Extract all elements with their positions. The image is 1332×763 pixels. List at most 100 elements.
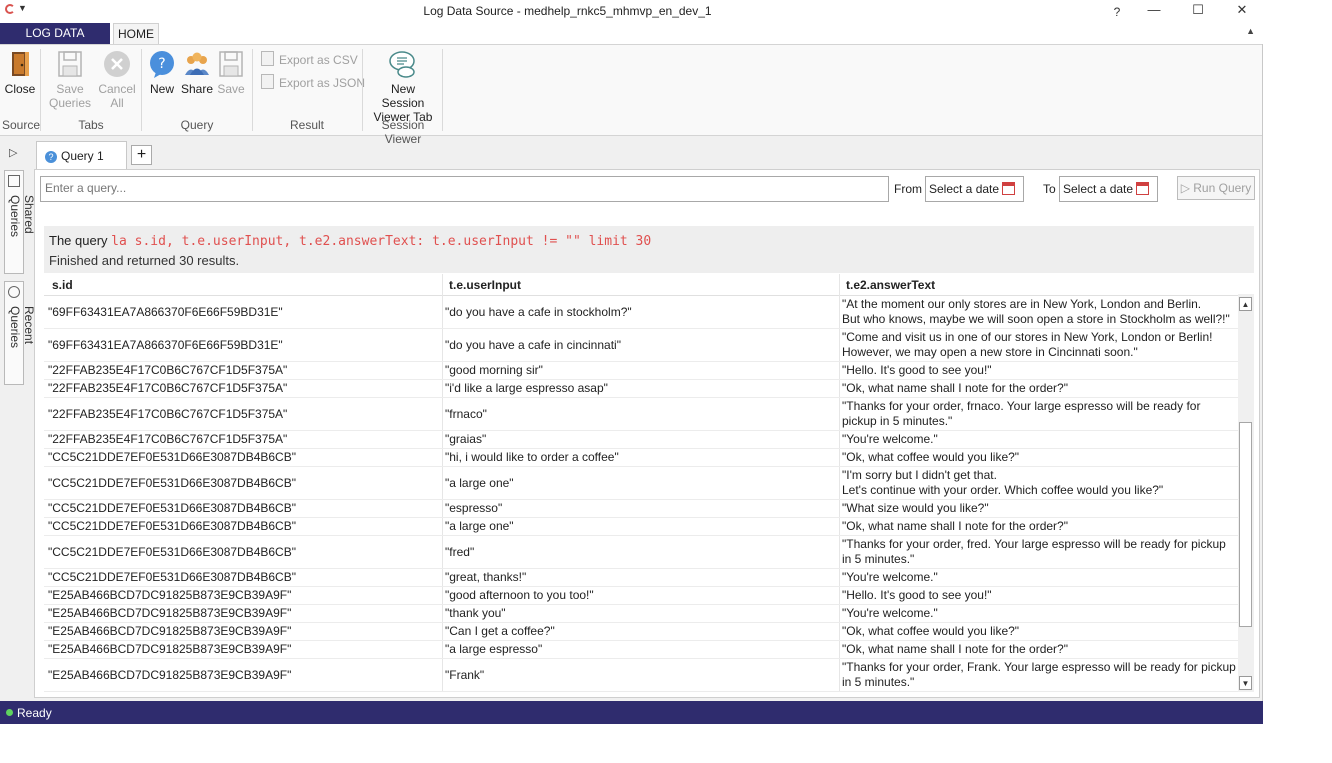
vertical-scrollbar[interactable]: ▲ ▼	[1238, 294, 1254, 692]
cell-answer-text: "Thanks for your order, fred. Your large…	[842, 536, 1236, 568]
result-prefix: The query	[49, 233, 108, 248]
table-row[interactable]: "22FFAB235E4F17C0B6C767CF1D5F375A" "graia…	[44, 431, 1238, 449]
tab-log-data-source[interactable]: LOG DATA SOURCE	[0, 23, 110, 61]
cell-user-input: "frnaco"	[445, 398, 835, 430]
share-label: Share	[181, 82, 214, 96]
cancel-all-button[interactable]: Cancel All	[96, 49, 138, 110]
cell-text: "Ok, what coffee would you like?"	[842, 624, 1020, 638]
cell-text: "E25AB466BCD7DC91825B873E9CB39A9F"	[48, 606, 292, 620]
cell-user-input: "good morning sir"	[445, 362, 835, 379]
cell-answer-text: "I'm sorry but I didn't get that. Let's …	[842, 467, 1236, 499]
cell-session-id: "CC5C21DDE7EF0E531D66E3087DB4B6CB"	[48, 518, 438, 535]
cell-text: "frnaco"	[445, 406, 487, 421]
cell-session-id: "22FFAB235E4F17C0B6C767CF1D5F375A"	[48, 362, 438, 379]
table-row[interactable]: "CC5C21DDE7EF0E531D66E3087DB4B6CB" "a lar…	[44, 467, 1238, 500]
minimize-button[interactable]: —	[1139, 2, 1169, 17]
to-date-value: Select a date	[1063, 182, 1134, 196]
column-header[interactable]: s.id	[52, 278, 73, 292]
table-row[interactable]: "69FF63431EA7A866370F6E66F59BD31E" "do yo…	[44, 296, 1238, 329]
help-button[interactable]: ?	[1102, 5, 1132, 19]
to-date-picker[interactable]: Select a date	[1059, 176, 1158, 202]
cell-text: "I'm sorry but I didn't get that. Let's …	[842, 468, 1164, 497]
cell-user-input: "i'd like a large espresso asap"	[445, 380, 835, 397]
table-row[interactable]: "CC5C21DDE7EF0E531D66E3087DB4B6CB" "great…	[44, 569, 1238, 587]
table-row[interactable]: "E25AB466BCD7DC91825B873E9CB39A9F" "Frank…	[44, 659, 1238, 692]
json-file-icon	[261, 74, 274, 89]
cell-text: "CC5C21DDE7EF0E531D66E3087DB4B6CB"	[48, 501, 296, 515]
table-row[interactable]: "22FFAB235E4F17C0B6C767CF1D5F375A" "i'd l…	[44, 380, 1238, 398]
new-query-button[interactable]: ? New	[147, 49, 177, 96]
from-date-value: Select a date	[929, 182, 1000, 196]
cell-text: "69FF63431EA7A866370F6E66F59BD31E"	[48, 337, 283, 352]
recent-queries-tab[interactable]: Recent Queries	[4, 281, 36, 385]
close-source-button[interactable]: Close	[4, 49, 36, 96]
cell-user-input: "Can I get a coffee?"	[445, 623, 835, 640]
shared-queries-label: Shared Queries	[8, 195, 36, 238]
cell-text: "Thanks for your order, fred. Your large…	[842, 537, 1226, 566]
status-dot-icon	[6, 709, 13, 716]
shared-queries-icon	[8, 175, 20, 187]
expand-panel-icon[interactable]: ▷	[9, 146, 17, 159]
close-window-button[interactable]: ✕	[1227, 2, 1257, 18]
new-session-viewer-tab-button[interactable]: New Session Viewer Tab	[368, 49, 438, 124]
cell-text: "great, thanks!"	[445, 570, 527, 584]
ribbon-divider	[252, 49, 253, 131]
cell-text: "Can I get a coffee?"	[445, 624, 555, 638]
maximize-button[interactable]: ☐	[1183, 2, 1213, 18]
calendar-icon[interactable]	[1002, 182, 1015, 195]
save-queries-button[interactable]: Save Queries	[48, 49, 92, 110]
window-title: Log Data Source - medhelp_rnkc5_mhmvp_en…	[423, 4, 712, 18]
column-header[interactable]: t.e2.answerText	[846, 278, 935, 292]
table-row[interactable]: "CC5C21DDE7EF0E531D66E3087DB4B6CB" "hi, i…	[44, 449, 1238, 467]
table-row[interactable]: "CC5C21DDE7EF0E531D66E3087DB4B6CB" "fred"…	[44, 536, 1238, 569]
table-row[interactable]: "E25AB466BCD7DC91825B873E9CB39A9F" "Can I…	[44, 623, 1238, 641]
from-date-picker[interactable]: Select a date	[925, 176, 1024, 202]
run-query-button[interactable]: ▷ Run Query	[1177, 176, 1255, 200]
query-icon: ?	[45, 151, 57, 163]
cell-answer-text: "At the moment our only stores are in Ne…	[842, 296, 1236, 328]
table-row[interactable]: "69FF63431EA7A866370F6E66F59BD31E" "do yo…	[44, 329, 1238, 362]
save-button[interactable]: Save	[216, 49, 246, 96]
save-queries-label-line2: Queries	[48, 96, 92, 110]
cell-answer-text: "You're welcome."	[842, 605, 1236, 622]
share-button[interactable]: Share	[181, 49, 213, 96]
cell-text: "a large espresso"	[445, 642, 543, 656]
shared-queries-tab[interactable]: Shared Queries	[4, 170, 36, 274]
column-header[interactable]: t.e.userInput	[449, 278, 521, 292]
results-table: s.id t.e.userInput t.e2.answerText "69FF…	[44, 274, 1238, 692]
cell-session-id: "22FFAB235E4F17C0B6C767CF1D5F375A"	[48, 431, 438, 448]
result-query-text: la s.id, t.e.userInput, t.e2.answerText:…	[111, 234, 652, 249]
cell-text: "CC5C21DDE7EF0E531D66E3087DB4B6CB"	[48, 544, 296, 559]
scroll-thumb[interactable]	[1239, 422, 1252, 627]
export-json-label: Export as JSON	[279, 76, 366, 90]
table-row[interactable]: "22FFAB235E4F17C0B6C767CF1D5F375A" "frnac…	[44, 398, 1238, 431]
cell-user-input: "do you have a cafe in cincinnati"	[445, 329, 835, 361]
cell-user-input: "espresso"	[445, 500, 835, 517]
scroll-down-arrow-icon[interactable]: ▼	[1239, 676, 1252, 690]
cell-text: "CC5C21DDE7EF0E531D66E3087DB4B6CB"	[48, 570, 296, 584]
cell-text: "Ok, what coffee would you like?"	[842, 450, 1020, 464]
table-row[interactable]: "E25AB466BCD7DC91825B873E9CB39A9F" "a lar…	[44, 641, 1238, 659]
collapse-ribbon-icon[interactable]: ▲	[1246, 26, 1255, 36]
cell-text: "i'd like a large espresso asap"	[445, 381, 608, 395]
cell-text: "CC5C21DDE7EF0E531D66E3087DB4B6CB"	[48, 519, 296, 533]
cell-text: "Frank"	[445, 667, 485, 682]
table-row[interactable]: "E25AB466BCD7DC91825B873E9CB39A9F" "good …	[44, 587, 1238, 605]
status-text: Ready	[17, 706, 52, 720]
tab-query-1[interactable]: ? Query 1	[36, 141, 127, 170]
calendar-icon[interactable]	[1136, 182, 1149, 195]
tab-home[interactable]: HOME	[113, 23, 159, 44]
table-row[interactable]: "22FFAB235E4F17C0B6C767CF1D5F375A" "good …	[44, 362, 1238, 380]
cell-session-id: "CC5C21DDE7EF0E531D66E3087DB4B6CB"	[48, 500, 438, 517]
table-row[interactable]: "CC5C21DDE7EF0E531D66E3087DB4B6CB" "a lar…	[44, 518, 1238, 536]
query-input[interactable]: Enter a query...	[40, 176, 889, 202]
cell-text: "good afternoon to you too!"	[445, 588, 594, 602]
save-label: Save	[217, 82, 245, 96]
scroll-up-arrow-icon[interactable]: ▲	[1239, 297, 1252, 311]
svg-text:?: ?	[158, 56, 165, 72]
export-csv-button[interactable]: Export as CSV	[261, 51, 358, 67]
table-row[interactable]: "CC5C21DDE7EF0E531D66E3087DB4B6CB" "espre…	[44, 500, 1238, 518]
export-json-button[interactable]: Export as JSON	[261, 74, 365, 90]
add-query-tab-button[interactable]: +	[131, 145, 152, 165]
table-row[interactable]: "E25AB466BCD7DC91825B873E9CB39A9F" "thank…	[44, 605, 1238, 623]
